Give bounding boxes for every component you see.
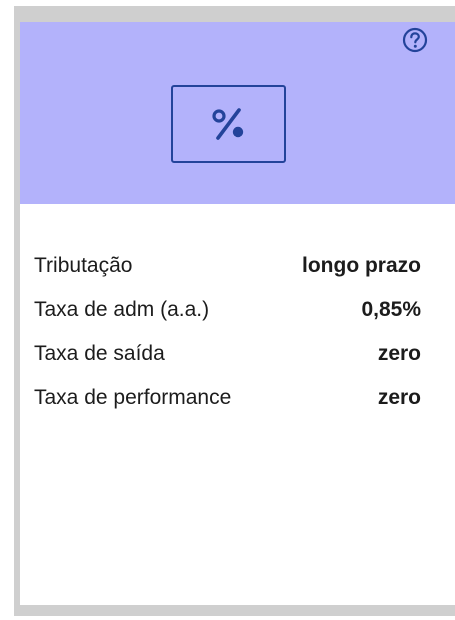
detail-label: Tributação [34,254,133,277]
detail-label: Taxa de adm (a.a.) [34,298,210,321]
detail-row-tributacao: Tributação longo prazo [34,244,421,288]
detail-row-taxa-performance: Taxa de performance zero [34,376,421,420]
detail-value: zero [377,386,421,409]
fund-details-list: Tributação longo prazo Taxa de adm (a.a.… [34,244,421,420]
card-header [20,22,455,204]
fund-info-card: Tributação longo prazo Taxa de adm (a.a.… [20,22,455,605]
detail-value: longo prazo [302,254,421,277]
percent-icon [171,85,286,163]
detail-value: 0,85% [361,298,421,321]
question-circle-icon[interactable] [402,27,428,53]
detail-label: Taxa de performance [34,386,232,409]
detail-row-taxa-adm: Taxa de adm (a.a.) 0,85% [34,288,421,332]
detail-value: zero [377,342,421,365]
detail-label: Taxa de saída [34,342,165,365]
detail-row-taxa-saida: Taxa de saída zero [34,332,421,376]
